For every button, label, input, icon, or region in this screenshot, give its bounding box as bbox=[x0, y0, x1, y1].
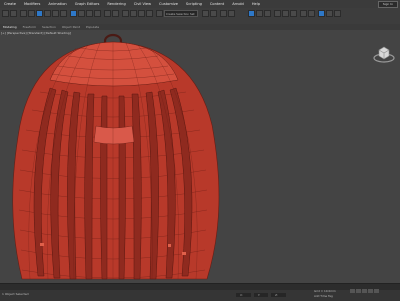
playback-controls bbox=[350, 289, 379, 293]
sign-in-button[interactable]: Sign In bbox=[377, 0, 398, 8]
render-iterative-icon[interactable] bbox=[300, 10, 307, 17]
coordinate-display: X: Y: Z: bbox=[236, 293, 286, 297]
menu-item-graph-editors[interactable]: Graph Editors bbox=[71, 2, 104, 6]
snap-3d-icon[interactable] bbox=[326, 10, 333, 17]
go-to-end-icon[interactable] bbox=[374, 289, 379, 293]
main-toolbar: Create Selection Set bbox=[0, 8, 400, 25]
menu-item-rendering[interactable]: Rendering bbox=[103, 2, 129, 6]
menu-item-modifiers[interactable]: Modifiers bbox=[20, 2, 44, 6]
curve-editor-icon[interactable] bbox=[248, 10, 255, 17]
align-icon[interactable] bbox=[210, 10, 217, 17]
tab-modeling[interactable]: Modeling bbox=[0, 25, 20, 29]
toggle-ribbon-icon[interactable] bbox=[228, 10, 235, 17]
next-frame-icon[interactable] bbox=[368, 289, 373, 293]
y-coordinate[interactable]: Y: bbox=[253, 293, 269, 297]
viewcube-icon[interactable] bbox=[372, 42, 396, 66]
add-time-tag-button[interactable]: Add Time Tag bbox=[314, 294, 333, 298]
menu-item-animation[interactable]: Animation bbox=[44, 2, 70, 6]
z-coordinate[interactable]: Z: bbox=[271, 293, 286, 297]
link-icon[interactable] bbox=[20, 10, 27, 17]
menu-item-arnold[interactable]: Arnold bbox=[228, 2, 248, 6]
menu-item-content[interactable]: Content bbox=[206, 2, 228, 6]
menu-item-customize[interactable]: Customize bbox=[155, 2, 182, 6]
snap-toggle-icon[interactable] bbox=[122, 10, 129, 17]
spinner-snap-icon[interactable] bbox=[146, 10, 153, 17]
menu-item-scripting[interactable]: Scripting bbox=[182, 2, 206, 6]
play-icon[interactable] bbox=[362, 289, 367, 293]
a360-render-icon[interactable] bbox=[308, 10, 315, 17]
rendered-frame-window-icon[interactable] bbox=[282, 10, 289, 17]
edit-named-selection-icon[interactable] bbox=[156, 10, 163, 17]
inner-band bbox=[93, 125, 135, 145]
menu-item-help[interactable]: Help bbox=[248, 2, 264, 6]
shade-top-cap bbox=[49, 41, 179, 87]
render-setup-icon[interactable] bbox=[274, 10, 281, 17]
pivot-center-icon[interactable] bbox=[112, 10, 119, 17]
status-bar: 1 Object Selected X: Y: Z: Grid = 10.0mm… bbox=[0, 283, 400, 301]
tab-object-paint[interactable]: Object Paint bbox=[59, 25, 83, 29]
select-by-name-icon[interactable] bbox=[44, 10, 51, 17]
scale-icon[interactable] bbox=[86, 10, 93, 17]
render-production-icon[interactable] bbox=[290, 10, 297, 17]
menu-bar: Create Modifiers Animation Graph Editors… bbox=[0, 0, 400, 8]
rotate-icon[interactable] bbox=[78, 10, 85, 17]
tab-selection[interactable]: Selection bbox=[39, 25, 59, 29]
percent-snap-icon[interactable] bbox=[138, 10, 145, 17]
redo-icon[interactable] bbox=[10, 10, 17, 17]
workspace-icon[interactable] bbox=[334, 10, 341, 17]
angle-snap-icon[interactable] bbox=[130, 10, 137, 17]
timeline-slider[interactable] bbox=[0, 284, 400, 290]
selection-set-dropdown[interactable]: Create Selection Set bbox=[164, 10, 198, 17]
selection-status: 1 Object Selected bbox=[2, 292, 29, 296]
unlink-icon[interactable] bbox=[28, 10, 35, 17]
go-to-start-icon[interactable] bbox=[350, 289, 355, 293]
placement-icon[interactable] bbox=[94, 10, 101, 17]
select-object-icon[interactable] bbox=[36, 10, 43, 17]
x-coordinate[interactable]: X: bbox=[236, 293, 251, 297]
layer-explorer-icon[interactable] bbox=[220, 10, 227, 17]
tab-freeform[interactable]: Freeform bbox=[20, 25, 39, 29]
undo-icon[interactable] bbox=[2, 10, 9, 17]
menu-item-create[interactable]: Create bbox=[0, 2, 20, 6]
window-crossing-icon[interactable] bbox=[60, 10, 67, 17]
reference-coordinate-icon[interactable] bbox=[104, 10, 111, 17]
open-explorer-icon[interactable] bbox=[318, 10, 325, 17]
lamp-shade-model[interactable] bbox=[0, 30, 400, 283]
previous-frame-icon[interactable] bbox=[356, 289, 361, 293]
mirror-icon[interactable] bbox=[202, 10, 209, 17]
rect-selection-icon[interactable] bbox=[52, 10, 59, 17]
grid-size: Grid = 10.0mm bbox=[314, 289, 336, 293]
tab-populate[interactable]: Populate bbox=[83, 25, 102, 29]
menu-item-civil-view[interactable]: Civil View bbox=[130, 2, 155, 6]
material-editor-icon[interactable] bbox=[264, 10, 271, 17]
schematic-view-icon[interactable] bbox=[256, 10, 263, 17]
move-icon[interactable] bbox=[70, 10, 77, 17]
perspective-viewport[interactable]: [+] [Perspective] [Standard] [Default Sh… bbox=[0, 30, 400, 283]
